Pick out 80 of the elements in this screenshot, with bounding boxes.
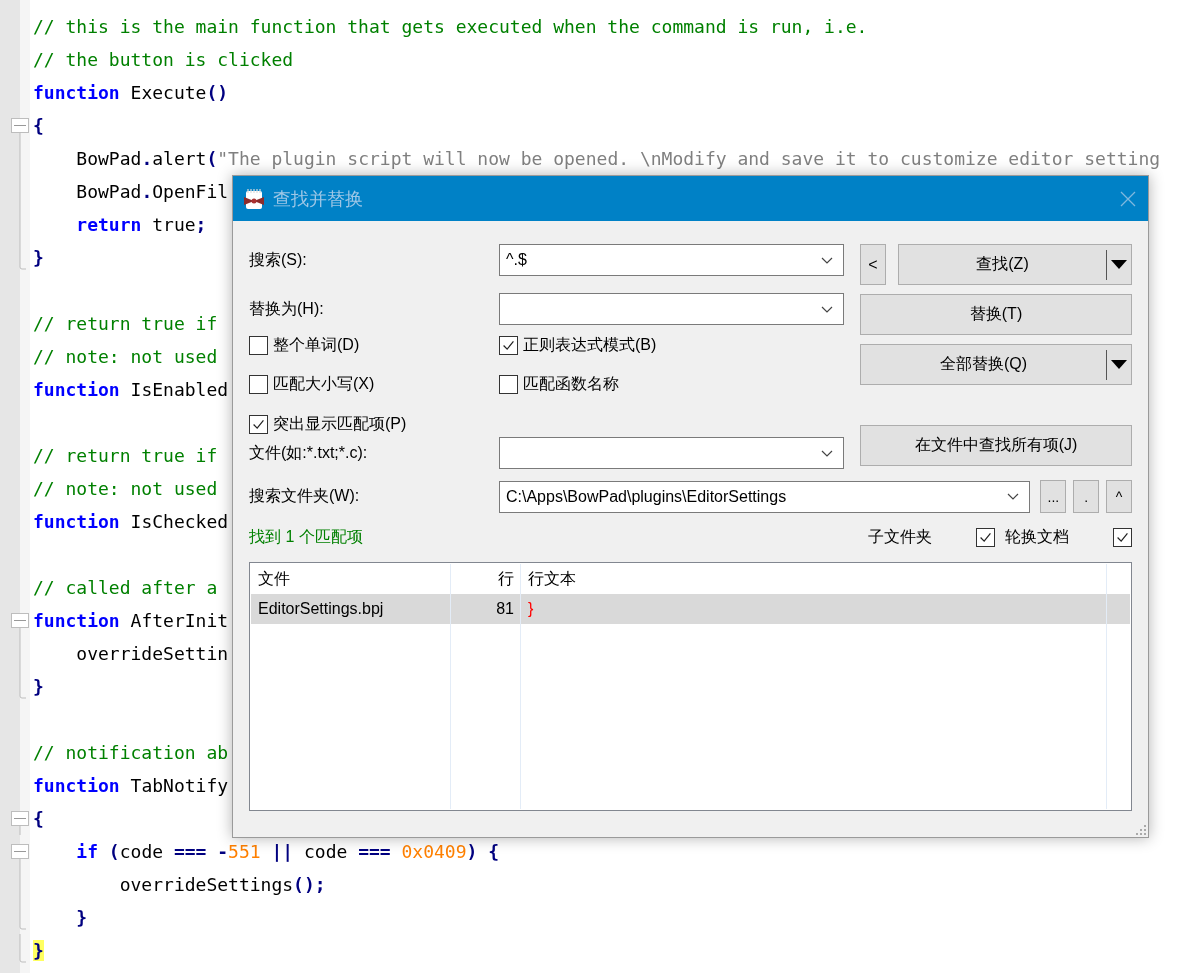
option-label[interactable]: 匹配函数名称 — [523, 374, 619, 395]
status-text: 找到 1 个匹配项 — [249, 526, 364, 547]
chevron-down-icon[interactable] — [821, 256, 833, 264]
caret-icon[interactable] — [1111, 260, 1127, 269]
checkbox[interactable] — [499, 335, 518, 355]
code-line: BowPad.OpenFil — [75, 180, 229, 204]
collapse-icon[interactable] — [11, 118, 29, 142]
table-cell-text: 81 — [495, 600, 515, 618]
code-line: function IsEnabled — [33, 378, 229, 402]
code-line: // notification ab — [33, 741, 229, 765]
fold-end-line — [19, 241, 27, 270]
field-label: 搜索文件夹(W): — [249, 486, 361, 506]
resize-grip-icon[interactable] — [1136, 825, 1146, 835]
checkbox[interactable] — [499, 375, 518, 394]
option-label[interactable]: 匹配大小写(X) — [273, 374, 375, 395]
window-title: 查找并替换 — [273, 187, 364, 211]
search-field[interactable]: ^.$ — [499, 244, 844, 276]
result-row[interactable]: EditorSettings.bpj 81 } — [251, 594, 1130, 624]
column-header[interactable]: 文件 — [251, 568, 451, 590]
option-label[interactable]: 整个单词(D) — [273, 334, 360, 356]
collapse-icon[interactable] — [11, 613, 29, 637]
column-header[interactable]: 行 — [451, 568, 521, 590]
fold-end-line — [19, 934, 27, 963]
code-line: // note: not used — [33, 345, 218, 369]
code-line: if (code === -551 || code === 0x0409) { — [75, 840, 500, 864]
checkbox[interactable] — [249, 375, 268, 394]
code-line: overrideSettin — [75, 642, 229, 666]
code-line: // called after a — [33, 576, 218, 600]
folder-button[interactable]: ^ — [1106, 480, 1132, 513]
code-line: // return true if — [33, 312, 218, 336]
fold-end-line — [19, 670, 27, 699]
code-line: } — [33, 675, 44, 699]
chevron-down-icon[interactable] — [1007, 493, 1020, 500]
field-label: 文件(如:*.txt;*.c): — [249, 442, 369, 463]
code-line: // return true if — [33, 444, 218, 468]
notepad-icon — [243, 187, 265, 210]
chevron-down-icon[interactable] — [821, 305, 833, 313]
replace-field[interactable] — [499, 293, 844, 325]
code-line: function AfterInit — [33, 609, 229, 633]
chevron-down-icon[interactable] — [821, 449, 833, 457]
code-line: function TabNotify — [33, 774, 229, 798]
replace-button[interactable]: 替换(T) — [860, 294, 1132, 335]
code-line: // this is the main function that gets executed when the command is run, i.e. — [33, 15, 868, 39]
field-label: 搜索(S): — [249, 249, 308, 270]
code-line: { — [33, 807, 44, 831]
folder-button[interactable]: ... — [1040, 480, 1067, 513]
code-line: } — [75, 906, 88, 930]
table-cell-text: EditorSettings.bpj — [257, 600, 385, 618]
code-line: return true; — [75, 213, 207, 237]
checkbox[interactable] — [1113, 527, 1132, 547]
folder-field[interactable]: C:\Apps\BowPad\plugins\EditorSettings — [499, 480, 1031, 513]
option-label[interactable]: 子文件夹 — [868, 526, 932, 548]
option-label[interactable]: 突出显示匹配项(P) — [273, 413, 407, 435]
checkbox[interactable] — [976, 527, 995, 547]
checkbox[interactable] — [249, 414, 268, 434]
code-line: { — [33, 114, 44, 138]
code-line: overrideSettings(); — [118, 873, 326, 897]
replace-all-button[interactable]: 全部替换(Q) — [860, 344, 1132, 385]
checkbox[interactable] — [249, 335, 268, 355]
field-label: 替换为(H): — [249, 298, 325, 319]
find-button[interactable]: 查找(Z) — [898, 244, 1132, 285]
fold-end-line — [19, 901, 27, 930]
matched-brace: } — [33, 940, 44, 961]
table-cell-text: } — [527, 600, 535, 618]
folder-button[interactable]: . — [1073, 480, 1100, 513]
code-line: function IsChecked — [33, 510, 229, 534]
code-line: BowPad.alert("The plugin script will now be opened. \nModify and save it to customize editor setting — [75, 147, 1161, 171]
caret-icon[interactable] — [1111, 360, 1127, 369]
file-filter-field[interactable] — [499, 437, 844, 469]
option-label[interactable]: 正则表达式模式(B) — [523, 334, 657, 356]
column-header[interactable]: 行文本 — [521, 568, 1106, 590]
option-label[interactable]: 轮换文档 — [1005, 526, 1069, 548]
previous-button[interactable]: < — [860, 244, 886, 285]
code-line: function Execute() — [33, 81, 229, 105]
code-line: // note: not used — [33, 477, 218, 501]
code-line: } — [33, 246, 44, 270]
code-line: // the button is clicked — [33, 48, 294, 72]
collapse-icon[interactable] — [11, 844, 29, 868]
collapse-icon[interactable] — [11, 811, 29, 835]
find-all-button[interactable]: 在文件中查找所有项(J) — [860, 425, 1132, 466]
